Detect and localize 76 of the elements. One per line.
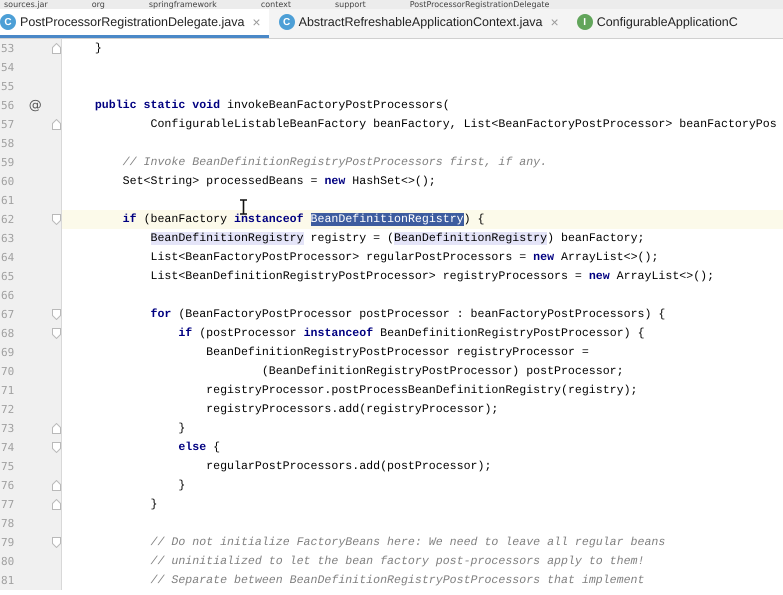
- interface-icon: I: [576, 14, 593, 30]
- text-cursor-icon: [239, 199, 248, 215]
- code-line: }: [177, 422, 186, 435]
- code-line: // Invoke BeanDefinitionRegistryPostProcessors first, if any.: [122, 156, 548, 169]
- line-number: 59: [0, 156, 16, 169]
- code-line: }: [177, 479, 186, 492]
- editor-tab[interactable]: C AbstractRefreshableApplicationContext.java ×: [278, 9, 567, 38]
- code-line: ConfigurableListableBeanFactory beanFactory, List<BeanFactoryPostProcessor> beanFactoryPos: [150, 118, 777, 131]
- line-number: 69: [0, 346, 16, 359]
- fold-marker-icon[interactable]: [52, 537, 61, 548]
- fold-marker-icon[interactable]: [52, 423, 61, 434]
- line-number: 73: [0, 422, 16, 435]
- breadcrumb-item[interactable]: context: [260, 0, 291, 9]
- code-line: // uninitialized to let the bean factory post-processors apply to them!: [150, 555, 644, 568]
- line-number: 72: [0, 403, 16, 416]
- line-number: 67: [0, 308, 16, 321]
- line-number: 61: [0, 194, 16, 207]
- line-number: 63: [0, 232, 16, 245]
- line-number: 75: [0, 460, 16, 473]
- code-line: registryProcessor.postProcessBeanDefinitionRegistry(registry);: [205, 384, 638, 397]
- line-number: 77: [0, 498, 16, 511]
- line-number: 58: [0, 137, 16, 150]
- line-number: 54: [0, 61, 16, 74]
- code-line: (BeanDefinitionRegistryPostProcessor) postProcessor;: [260, 365, 624, 378]
- breadcrumb-item[interactable]: springframework: [148, 0, 217, 9]
- code-line: Set<String> processedBeans = new HashSet<>();: [122, 175, 436, 188]
- breadcrumb-item[interactable]: org: [92, 0, 105, 9]
- code-line: // Do not initialize FactoryBeans here: We need to leave all regular beans: [150, 536, 666, 549]
- breadcrumb-item[interactable]: sources.jar: [4, 0, 48, 9]
- line-number: 74: [0, 441, 16, 454]
- code-line: for (BeanFactoryPostProcessor postProcessor : beanFactoryPostProcessors) {: [150, 308, 666, 321]
- code-line: if (postProcessor instanceof BeanDefinitionRegistryPostProcessor) {: [177, 327, 645, 340]
- code-line: else {: [177, 441, 220, 454]
- line-number: 60: [0, 175, 16, 188]
- fold-marker-icon[interactable]: [52, 328, 61, 339]
- fold-marker-icon[interactable]: [52, 43, 61, 54]
- line-number: 56: [0, 99, 16, 112]
- editor-tab[interactable]: I ConfigurableApplicationC: [576, 9, 746, 38]
- breadcrumb-item[interactable]: PostProcessorRegistrationDelegate: [410, 0, 550, 9]
- code-line: BeanDefinitionRegistryPostProcessor registryProcessor =: [205, 346, 589, 359]
- line-number: 71: [0, 384, 16, 397]
- line-number: 81: [0, 574, 16, 587]
- override-marker[interactable]: @: [18, 98, 52, 113]
- fold-marker-icon[interactable]: [52, 499, 61, 510]
- code-line: if (beanFactory instanceof BeanDefinitionRegistry) {: [122, 213, 484, 226]
- line-number: 76: [0, 479, 16, 492]
- fold-marker-icon[interactable]: [52, 119, 61, 130]
- line-number: 53: [0, 42, 16, 55]
- fold-marker-icon[interactable]: [52, 214, 61, 225]
- code-line: }: [94, 42, 102, 55]
- editor-tab[interactable]: C PostProcessorRegistrationDelegate.java ×: [0, 9, 269, 38]
- line-number: 78: [0, 517, 16, 530]
- line-number: 65: [0, 270, 16, 283]
- code-line: // Separate between BeanDefinitionRegistryPostProcessors that implement: [150, 574, 644, 587]
- line-number: 62: [0, 213, 16, 226]
- line-number: 68: [0, 327, 16, 340]
- fold-marker-icon[interactable]: [52, 309, 61, 320]
- line-number: 64: [0, 251, 16, 264]
- line-number: 79: [0, 536, 16, 549]
- fold-marker-icon[interactable]: [52, 480, 61, 491]
- class-icon: C: [0, 14, 16, 30]
- code-line: List<BeanFactoryPostProcessor> regularPostProcessors = new ArrayList<>();: [150, 251, 658, 264]
- breadcrumb-item[interactable]: support: [334, 0, 366, 9]
- line-number: 80: [0, 555, 16, 568]
- line-number: 66: [0, 289, 16, 302]
- code-line: registryProcessors.add(registryProcessor);: [205, 403, 498, 416]
- code-line: }: [150, 498, 158, 511]
- class-icon: C: [278, 14, 295, 30]
- fold-marker-icon[interactable]: [52, 442, 61, 453]
- code-line: List<BeanDefinitionRegistryPostProcessor> registryProcessors = new ArrayList<>();: [150, 270, 714, 283]
- code-line: regularPostProcessors.add(postProcessor);: [205, 460, 492, 473]
- line-number: 70: [0, 365, 16, 378]
- line-number: 55: [0, 80, 16, 93]
- code-line: BeanDefinitionRegistry registry = (BeanDefinitionRegistry) beanFactory;: [150, 232, 644, 245]
- code-line: public static void invokeBeanFactoryPostProcessors(: [94, 99, 450, 112]
- line-number: 57: [0, 118, 16, 131]
